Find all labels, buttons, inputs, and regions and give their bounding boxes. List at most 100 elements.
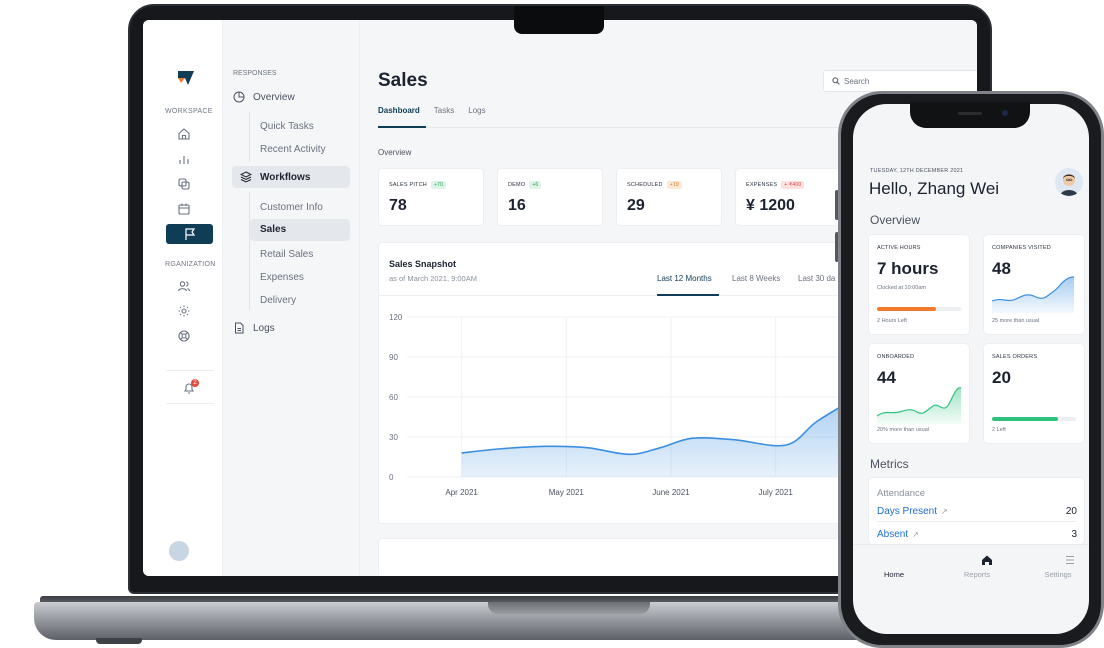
nav-retail-sales[interactable]: Retail Sales [260, 249, 313, 260]
y-tick-label: 60 [389, 393, 398, 402]
attendance-card: Attendance Days Present ↗ 20 Absent ↗ 3 [869, 478, 1084, 544]
y-tick-label: 90 [389, 353, 398, 362]
card-footer: 2 Left [992, 427, 1006, 433]
phone-tab-bar: Home Reports Settings [853, 544, 1089, 584]
nav-quick-tasks[interactable]: Quick Tasks [260, 121, 314, 132]
kpi-value: 78 [389, 197, 407, 214]
file-icon [235, 322, 244, 334]
gear-icon [1033, 553, 1089, 567]
card-label: ONBOARDED [877, 354, 915, 360]
y-tick-label: 0 [389, 473, 394, 482]
sparkline [876, 387, 962, 424]
tab-dashboard[interactable]: Dashboard [378, 106, 420, 115]
nav-customer-info[interactable]: Customer Info [260, 202, 323, 213]
kpi-expenses[interactable]: EXPENSES + ₹400 ¥ 1200 [735, 168, 841, 226]
user-avatar[interactable] [169, 541, 189, 561]
tab-tasks[interactable]: Tasks [434, 106, 454, 115]
calendar-icon[interactable] [173, 199, 195, 219]
phone-date: TUESDAY, 12TH DECEMBER 2021 [870, 168, 964, 174]
row-divider [877, 521, 1077, 522]
card-onboarded[interactable]: ONBOARDED 44 20% more than usual [869, 344, 969, 443]
progress-track [992, 417, 1076, 421]
kpi-badge: +19 [666, 181, 682, 189]
phone-overview-heading: Overview [870, 213, 921, 227]
support-icon[interactable] [173, 326, 195, 346]
chart-icon[interactable] [173, 149, 195, 169]
y-tick-label: 120 [389, 313, 403, 322]
tab-reports[interactable]: Reports [952, 553, 1074, 579]
users-icon[interactable] [173, 276, 195, 296]
card-active-hours[interactable]: ACTIVE HOURS 7 hours Clocked at 10:00am … [869, 235, 969, 334]
days-present-row[interactable]: Days Present ↗ 20 [877, 506, 1077, 517]
kpi-badge: +70 [430, 181, 447, 189]
sparkline [991, 276, 1075, 313]
pie-icon [233, 91, 245, 103]
card-footer: 20% more than usual [877, 427, 929, 433]
brand-logo [178, 71, 194, 85]
notifications[interactable]: 2 [166, 370, 214, 404]
active-tab-indicator [378, 126, 426, 128]
nav-logs[interactable]: Logs [233, 317, 275, 339]
phone-notch [910, 102, 1030, 128]
nav-sales[interactable]: Sales [250, 219, 350, 241]
nav-workflows-label: Workflows [260, 171, 311, 183]
nav-delivery[interactable]: Delivery [260, 295, 296, 306]
card-value: 7 hours [877, 259, 939, 278]
organization-label: RGANIZATION [165, 261, 216, 268]
card-value: 20 [992, 368, 1011, 387]
tab-settings[interactable]: Settings [1033, 553, 1083, 579]
laptop-foot [96, 638, 142, 644]
card-sales-orders[interactable]: SALES ORDERS 20 2 Left [984, 344, 1084, 443]
external-link-icon: ↗ [912, 530, 919, 539]
gear-icon[interactable] [173, 301, 195, 321]
copy-icon[interactable] [173, 174, 195, 194]
card-footer: 25 more than usual [992, 318, 1040, 324]
kpi-badge: + ₹400 [781, 181, 805, 189]
kpi-value: 16 [508, 197, 526, 214]
search-placeholder: Search [844, 76, 870, 86]
tab-logs[interactable]: Logs [468, 106, 485, 115]
page-tabs: Dashboard Tasks Logs [378, 106, 486, 115]
x-tick-label: June 2021 [652, 488, 690, 497]
nav-recent-activity[interactable]: Recent Activity [260, 144, 326, 155]
kpi-label: SALES PITCH [389, 182, 427, 188]
phone-screen: TUESDAY, 12TH DECEMBER 2021 Hello, Zhang… [853, 104, 1089, 634]
card-label: ACTIVE HOURS [877, 245, 921, 251]
kpi-scheduled[interactable]: SCHEDULED +19 29 [616, 168, 722, 226]
tab-home-label: Home [883, 570, 904, 579]
progress-track [877, 307, 961, 311]
card-footer: 2 Hours Left [877, 318, 907, 324]
nav-workflows[interactable]: Workflows [232, 166, 350, 188]
card-subtext: Clocked at 10:00am [877, 285, 926, 291]
flag-icon[interactable] [166, 224, 213, 244]
nav-overview-label: Overview [253, 91, 295, 103]
absent-value: 3 [1071, 529, 1077, 540]
kpi-label: EXPENSES [746, 182, 778, 188]
page-title: Sales [378, 70, 428, 91]
avatar[interactable] [1055, 168, 1083, 196]
search-input[interactable]: Search [823, 70, 977, 92]
tab-home[interactable]: Home [869, 553, 992, 579]
nav-overview[interactable]: Overview [233, 86, 295, 108]
tree-line [249, 192, 250, 310]
range-last-30-days[interactable]: Last 30 da [798, 274, 835, 283]
laptop-camera-notch [514, 6, 604, 34]
days-present-label: Days Present [877, 506, 938, 517]
phone-metrics-heading: Metrics [870, 457, 909, 471]
range-last-8-weeks[interactable]: Last 8 Weeks [732, 274, 780, 283]
x-tick-label: May 2021 [549, 488, 585, 497]
absent-row[interactable]: Absent ↗ 3 [877, 529, 1077, 540]
x-tick-label: Apr 2021 [445, 488, 478, 497]
attendance-label: Attendance [877, 488, 926, 499]
card-companies-visited[interactable]: COMPANIES VISITED 48 25 more than usual [984, 235, 1084, 334]
kpi-value: 29 [627, 197, 645, 214]
range-last-12-months[interactable]: Last 12 Months [657, 274, 712, 283]
layers-icon [240, 171, 252, 183]
kpi-sales-pitch[interactable]: SALES PITCH +70 78 [378, 168, 484, 226]
days-present-value: 20 [1065, 506, 1077, 517]
nav-expenses[interactable]: Expenses [260, 272, 304, 283]
home-icon[interactable] [173, 124, 195, 144]
tree-line [249, 112, 250, 162]
tab-reports-label: Reports [963, 570, 991, 579]
kpi-demo[interactable]: DEMO +6 16 [497, 168, 603, 226]
